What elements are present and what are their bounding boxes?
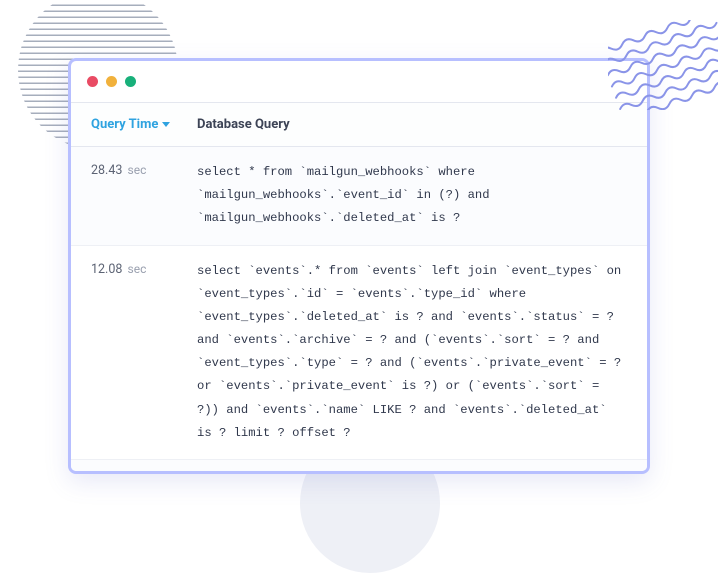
query-time-cell: 10.93 sec <box>71 460 191 471</box>
table-row[interactable]: 10.93 secselect * from `event_template_o… <box>71 460 647 471</box>
query-time-value: 28.43 <box>91 163 122 178</box>
query-time-unit: sec <box>128 262 147 276</box>
column-header-query-time[interactable]: Query Time <box>71 103 191 146</box>
sort-descending-icon <box>162 122 170 127</box>
column-header-database-query[interactable]: Database Query <box>191 103 647 146</box>
maximize-icon[interactable] <box>125 76 136 87</box>
window-titlebar <box>71 61 647 103</box>
query-time-unit: sec <box>128 163 147 177</box>
column-header-label: Query Time <box>91 117 158 132</box>
close-icon[interactable] <box>87 76 98 87</box>
query-time-value: 12.08 <box>91 262 122 277</box>
query-text-cell: select * from `event_template_objects` w… <box>191 460 647 471</box>
query-text-cell: select `events`.* from `events` left joi… <box>191 246 647 459</box>
column-header-label: Database Query <box>197 117 290 132</box>
query-time-cell: 12.08 sec <box>71 246 191 459</box>
query-table: Query Time Database Query 28.43 secselec… <box>71 103 647 471</box>
query-text-cell: select * from `mailgun_webhooks` where `… <box>191 147 647 245</box>
app-window: Query Time Database Query 28.43 secselec… <box>68 58 650 474</box>
query-time-cell: 28.43 sec <box>71 147 191 245</box>
table-header-row: Query Time Database Query <box>71 103 647 147</box>
table-row[interactable]: 12.08 secselect `events`.* from `events`… <box>71 246 647 460</box>
table-row[interactable]: 28.43 secselect * from `mailgun_webhooks… <box>71 147 647 246</box>
minimize-icon[interactable] <box>106 76 117 87</box>
